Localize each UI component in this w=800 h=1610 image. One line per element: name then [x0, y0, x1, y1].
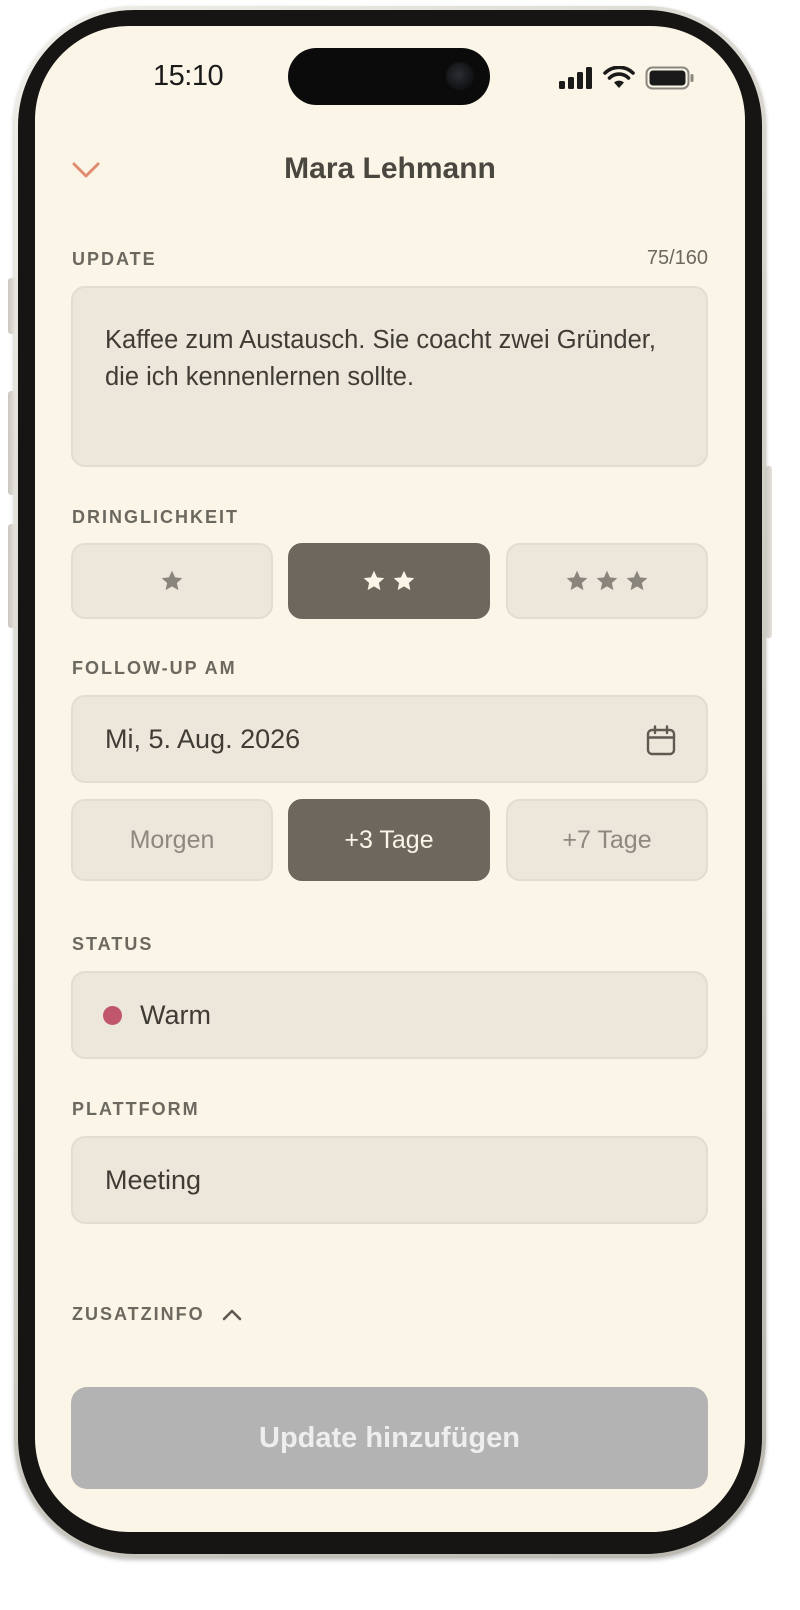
status-label: STATUS — [72, 934, 154, 954]
status-dot — [103, 1005, 122, 1025]
star-rating — [564, 568, 650, 594]
star-icon — [626, 570, 648, 591]
front-camera — [446, 62, 474, 90]
extra-info-label: ZUSATZINFO — [72, 1304, 205, 1324]
quick-date-morgen[interactable]: Morgen — [71, 799, 273, 881]
battery-icon — [645, 66, 694, 90]
platform-label: PLATTFORM — [72, 1099, 200, 1119]
quick-date-label: Morgen — [129, 825, 215, 854]
star-icon — [596, 570, 618, 591]
extra-info-toggle[interactable]: ZUSATZINFO — [72, 1304, 243, 1325]
star-icon — [161, 570, 183, 591]
screen: 15:10 Mara Lehmann UPDATE 75/160 Kaffee … — [35, 26, 745, 1532]
platform-select[interactable]: Meeting — [71, 1136, 708, 1224]
follow-up-date-value: Mi, 5. Aug. 2026 — [105, 723, 301, 754]
character-counter: 75/160 — [646, 247, 708, 269]
follow-up-label: FOLLOW-UP AM — [72, 658, 237, 678]
platform-value: Meeting — [105, 1164, 202, 1195]
status-time: 15:10 — [153, 60, 224, 92]
dynamic-island — [288, 48, 490, 105]
volume-down-button — [8, 524, 15, 628]
quick-date-label: +7 Tage — [562, 825, 652, 854]
add-update-button[interactable]: Update hinzufügen — [71, 1387, 708, 1489]
power-button — [765, 466, 772, 638]
update-label: UPDATE — [72, 249, 157, 269]
quick-date-plus-7[interactable]: +7 Tage — [506, 799, 708, 881]
status-value: Warm — [140, 999, 211, 1030]
quick-date-plus-3[interactable]: +3 Tage — [288, 799, 490, 881]
chevron-up-icon — [222, 1309, 241, 1320]
urgency-option-2[interactable] — [288, 543, 490, 619]
status-icons — [559, 66, 695, 90]
cellular-signal-icon — [559, 67, 592, 89]
action-button — [8, 278, 15, 334]
star-icon — [363, 570, 385, 591]
star-icon — [566, 570, 588, 591]
urgency-option-3[interactable] — [506, 543, 708, 619]
update-textarea[interactable]: Kaffee zum Austausch. Sie coacht zwei Gr… — [71, 286, 708, 467]
star-icon — [393, 570, 415, 591]
urgency-option-1[interactable] — [71, 543, 273, 619]
volume-up-button — [8, 391, 15, 495]
calendar-icon[interactable] — [646, 725, 676, 756]
follow-up-date-field[interactable]: Mi, 5. Aug. 2026 — [71, 695, 708, 783]
star-rating — [159, 568, 185, 594]
star-rating — [361, 568, 417, 594]
urgency-label: DRINGLICHKEIT — [72, 507, 239, 527]
status-select[interactable]: Warm — [71, 971, 708, 1059]
page-title: Mara Lehmann — [284, 152, 496, 185]
wifi-icon — [603, 66, 635, 88]
quick-date-label: +3 Tage — [344, 825, 434, 854]
